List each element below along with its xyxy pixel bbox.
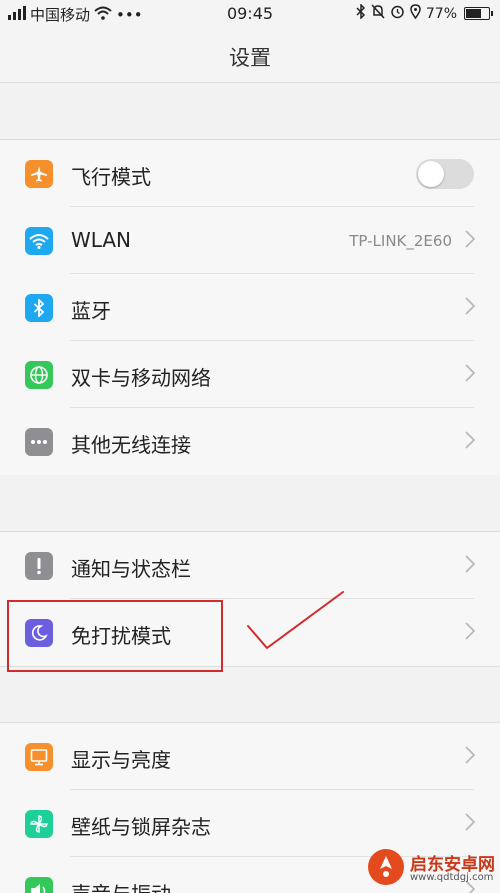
battery-fill — [466, 9, 482, 18]
bluetooth-icon — [25, 294, 53, 322]
setting-other-wireless[interactable]: 其他无线连接 — [0, 408, 500, 475]
chevron-right-icon — [465, 555, 476, 573]
setting-label: 声音与振动 — [71, 878, 171, 893]
annotation-checkmark — [247, 591, 344, 649]
setting-dual-sim-mobile-network[interactable]: 双卡与移动网络 — [0, 341, 500, 408]
exclamation-icon — [25, 552, 53, 580]
setting-airplane-mode[interactable]: 飞行模式 — [0, 140, 500, 207]
alarm-icon — [390, 4, 405, 23]
toggle-knob — [418, 161, 444, 187]
settings-group-connectivity: 飞行模式 WLAN TP-LINK_2E60 蓝牙 双卡与移动网络 其他无线连接 — [0, 139, 500, 475]
chevron-right-icon — [465, 297, 476, 315]
setting-label: 壁纸与锁屏杂志 — [71, 815, 211, 839]
setting-wallpaper-lockscreen[interactable]: 壁纸与锁屏杂志 — [0, 790, 500, 857]
setting-label: 双卡与移动网络 — [71, 366, 211, 390]
chevron-right-icon — [465, 364, 476, 382]
watermark: 启东安卓网 www.qdtdgj.com — [368, 849, 496, 889]
globe-icon — [25, 361, 53, 389]
chevron-right-icon — [465, 431, 476, 449]
pinwheel-icon — [25, 810, 53, 838]
watermark-logo — [368, 849, 404, 885]
chevron-right-icon — [465, 622, 476, 640]
setting-bluetooth[interactable]: 蓝牙 — [0, 274, 500, 341]
chevron-right-icon — [465, 746, 476, 764]
monitor-icon — [25, 743, 53, 771]
watermark-url: www.qdtdgj.com — [410, 872, 494, 883]
airplane-mode-toggle[interactable] — [416, 159, 474, 189]
setting-label: 其他无线连接 — [71, 433, 191, 457]
more-icon — [25, 428, 53, 456]
airplane-icon — [25, 160, 53, 188]
status-bar: 中国移动 ••• 09:45 77% — [0, 0, 500, 28]
annotation-highlight-box — [7, 600, 223, 672]
battery-percent: 77% — [425, 5, 457, 22]
setting-label: 飞行模式 — [71, 165, 151, 189]
setting-label: WLAN — [71, 228, 132, 252]
setting-wlan[interactable]: WLAN TP-LINK_2E60 — [0, 207, 500, 274]
status-right: 77% — [356, 3, 493, 23]
page-title: 设置 — [229, 46, 271, 70]
setting-label: 通知与状态栏 — [71, 557, 191, 581]
setting-display-brightness[interactable]: 显示与亮度 — [0, 723, 500, 790]
location-icon — [410, 4, 421, 23]
setting-label: 显示与亮度 — [71, 748, 171, 772]
bluetooth-status-icon — [356, 3, 366, 23]
chevron-right-icon — [465, 230, 476, 248]
title-bar: 设置 — [0, 28, 500, 83]
mute-bell-icon — [371, 4, 385, 23]
wifi-icon — [25, 227, 53, 255]
speaker-icon — [25, 877, 53, 893]
setting-label: 蓝牙 — [71, 299, 111, 323]
wlan-network-name: TP-LINK_2E60 — [349, 232, 452, 250]
chevron-right-icon — [465, 813, 476, 831]
battery-icon — [464, 7, 493, 20]
